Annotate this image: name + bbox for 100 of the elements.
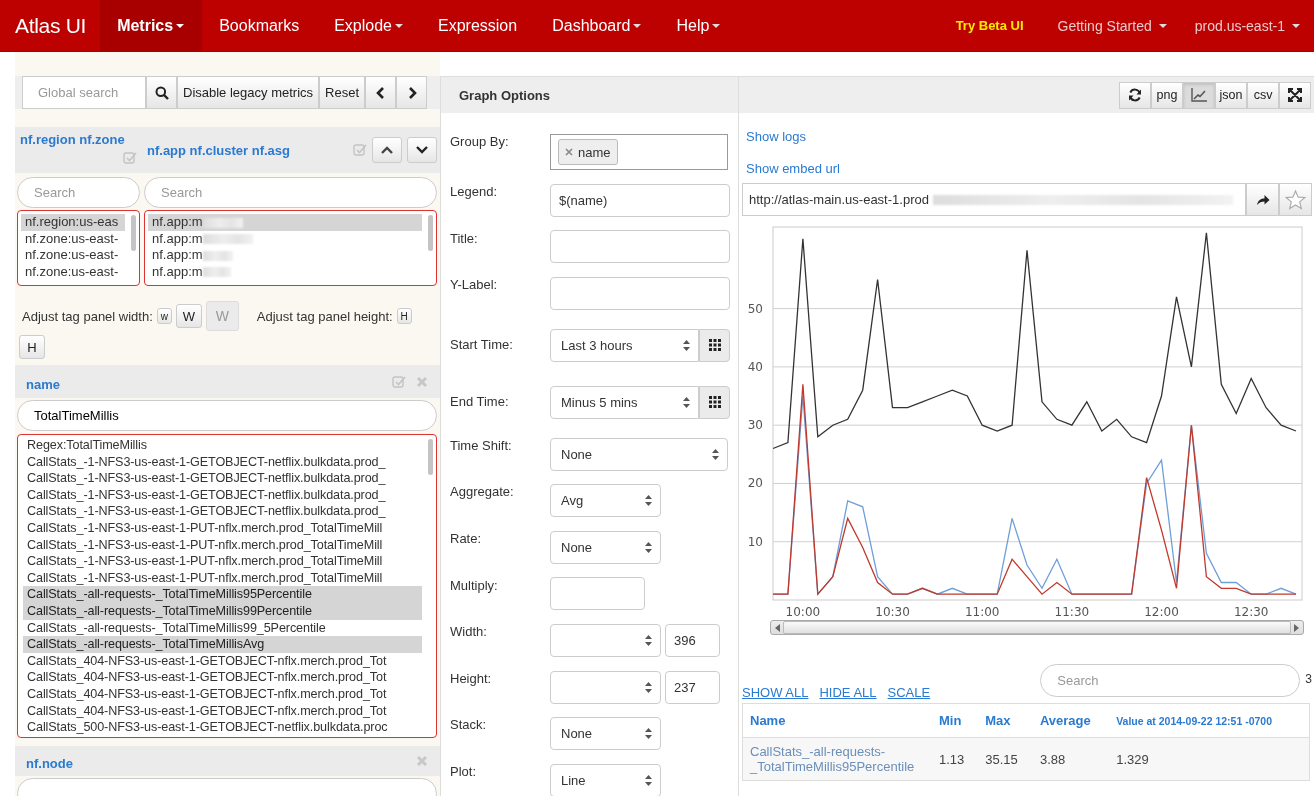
metric-name-item[interactable]: CallStats_-1-NFS3-us-east-1-PUT-nflx.merch.prod_TotalTimeMill <box>27 519 422 537</box>
embed-url-field[interactable]: http://atlas-main.us-east-1.prod <box>742 183 1246 216</box>
x-tick-label: 12:00 <box>1144 605 1179 619</box>
text-link[interactable]: Show embed url <box>742 161 1312 176</box>
metric-name-item[interactable]: CallStats_-1-NFS3-us-east-1-GETOBJECT-netflix.bulkdata.prod_ <box>27 470 422 487</box>
field-label: Plot: <box>450 762 477 779</box>
metric-name-item[interactable]: CallStats_-1-NFS3-us-east-1-PUT-nflx.merch.prod_TotalTimeMill <box>27 536 422 554</box>
node-panel-title: nf.node <box>26 755 74 771</box>
tag-value-item[interactable]: nf.app:m <box>148 214 422 231</box>
y-tick-label: 30 <box>747 418 763 433</box>
tag-value-item[interactable]: nf.region:us-eas <box>21 214 125 231</box>
tag-panel-title: nf.app nf.cluster nf.asg <box>146 142 291 158</box>
tag-value-item[interactable]: nf.app:m <box>152 230 422 248</box>
field-label: Title: <box>450 229 479 246</box>
metric-name-item[interactable]: Regex:TotalTimeMillis <box>27 437 422 454</box>
width-adjust-label: Adjust tag panel width: <box>22 308 153 324</box>
metric-name-item[interactable]: CallStats_-1-NFS3-us-east-1-GETOBJECT-netflix.bulkdata.prod_ <box>27 453 422 471</box>
column-header[interactable]: Value at 2014-09-22 12:51 -0700 <box>1109 703 1310 738</box>
column-header[interactable]: Average <box>1032 703 1110 738</box>
metric-name-item[interactable]: CallStats_-all-requests-_TotalTimeMillis95Percentile <box>23 586 422 603</box>
select-field[interactable]: Avg <box>550 484 661 518</box>
metric-name-item[interactable]: CallStats_-1-NFS3-us-east-1-GETOBJECT-netflix.bulkdata.prod_ <box>27 486 422 504</box>
height-size-button[interactable]: H <box>396 308 412 324</box>
column-header[interactable]: Name <box>742 703 932 738</box>
x-tick-label: 10:30 <box>875 605 910 619</box>
tag-value-item[interactable]: nf.app:m <box>152 247 422 264</box>
tag-value-item[interactable]: nf.app:m <box>152 263 422 281</box>
legend-action-link[interactable]: SHOW ALL <box>742 685 809 701</box>
x-tick-label: 12:30 <box>1233 605 1269 619</box>
nav-menu-item[interactable]: Getting Started <box>1043 0 1181 51</box>
tag-value-item[interactable]: nf.zone:us-east- <box>25 247 125 264</box>
select-field[interactable]: None <box>550 437 728 471</box>
csv-button[interactable]: csv <box>1247 81 1279 109</box>
tag-value-item[interactable]: nf.zone:us-east- <box>25 263 125 281</box>
legend-search-field[interactable]: Search <box>1040 664 1301 697</box>
name-panel-title: name <box>26 375 61 392</box>
metric-name-item[interactable]: CallStats_500-NFS3-us-east-1-GETOBJECT-netflix.bulkdata.proc <box>27 719 422 736</box>
text-link[interactable]: Show logs <box>742 129 1312 144</box>
select-field[interactable]: None <box>550 530 661 564</box>
tag-search-field[interactable]: Search <box>144 177 437 208</box>
name-search-field[interactable]: TotalTimeMillis <box>17 400 437 431</box>
nav-menu-item[interactable]: prod.us-east-1 <box>1180 0 1314 51</box>
y-tick-label: 40 <box>747 359 763 374</box>
global-search-field[interactable]: Global search <box>22 76 146 109</box>
panel-title: Graph Options <box>459 87 550 103</box>
nav-menu-item[interactable]: Help <box>659 0 739 51</box>
y-tick-label: 50 <box>747 301 763 316</box>
select-field[interactable]: Line <box>550 763 661 796</box>
table-cell: 1.13 <box>932 737 979 781</box>
select-field[interactable]: Last 3 hours <box>550 328 699 362</box>
number-input-field[interactable]: 396 <box>665 623 720 657</box>
field-label: Width: <box>450 623 488 640</box>
metric-name-item[interactable]: CallStats_404-NFS3-us-east-1-GETOBJECT-nflx.merch.prod_Tot <box>27 685 422 703</box>
column-header[interactable]: Min <box>932 703 979 738</box>
nav-menu-item[interactable]: Dashboard <box>535 0 660 51</box>
y-tick-label: 10 <box>747 534 763 549</box>
legend-action-link[interactable]: HIDE ALL <box>819 685 877 701</box>
column-header[interactable]: Max <box>978 703 1033 738</box>
metric-name-item[interactable]: CallStats_-all-requests-_TotalTimeMillisAvg <box>23 636 422 653</box>
metric-name-item[interactable]: CallStats_-1-NFS3-us-east-1-PUT-nflx.merch.prod_TotalTimeMill <box>27 553 422 570</box>
table-cell: 35.15 <box>978 737 1033 781</box>
field-label: Group By: <box>450 133 510 149</box>
field-label: End Time: <box>450 392 510 409</box>
text-input-field[interactable]: $(name) <box>550 183 730 217</box>
nav-menu-item[interactable]: Metrics <box>100 0 203 51</box>
metric-name-item[interactable]: CallStats_404-NFS3-us-east-1-GETOBJECT-nflx.merch.prod_Tot <box>27 702 422 720</box>
width-size-button[interactable]: w <box>156 308 172 324</box>
nav-menu-item[interactable]: Explode <box>317 0 421 51</box>
number-input-field[interactable]: 237 <box>665 670 720 704</box>
field-label: Multiply: <box>450 576 499 593</box>
json-button[interactable]: json <box>1215 81 1247 109</box>
tag-chip[interactable]: name <box>558 139 618 165</box>
field-label: Legend: <box>450 183 498 199</box>
toolbar-button[interactable]: Reset <box>319 76 365 109</box>
width-size-button[interactable]: W <box>175 304 202 328</box>
metric-name-item[interactable]: CallStats_404-NFS3-us-east-1-GETOBJECT-nflx.merch.prod_Tot <box>27 652 422 670</box>
nav-menu-item[interactable]: Try Beta UI <box>941 0 1044 51</box>
metric-name-item[interactable]: CallStats_404-NFS3-us-east-1-GETOBJECT-nflx.merch.prod_Tot <box>27 669 422 686</box>
nav-menu-item[interactable]: Expression <box>421 0 536 51</box>
metric-name-item[interactable]: CallStats_-1-NFS3-us-east-1-PUT-nflx.merch.prod_TotalTimeMill <box>27 569 422 587</box>
y-tick-label: 20 <box>747 476 763 491</box>
app-brand[interactable]: Atlas UI <box>0 0 101 51</box>
x-tick-label: 11:30 <box>1054 605 1090 619</box>
select-field[interactable]: None <box>550 717 661 751</box>
field-label: Time Shift: <box>450 436 513 453</box>
tag-search-field[interactable]: Search <box>17 177 140 208</box>
x-tick-label: 10:00 <box>785 605 821 619</box>
height-size-button[interactable]: H <box>19 335 45 359</box>
png-button[interactable]: png <box>1151 81 1183 109</box>
metric-name-item[interactable]: CallStats_-all-requests-_TotalTimeMillis99_5Percentile <box>27 619 422 637</box>
table-cell: 1.329 <box>1109 737 1310 781</box>
metric-name-item[interactable]: CallStats_-1-NFS3-us-east-1-GETOBJECT-netflix.bulkdata.prod_ <box>27 503 422 520</box>
legend-action-link[interactable]: SCALE <box>887 685 931 701</box>
select-field[interactable]: Minus 5 mins <box>550 385 699 419</box>
tag-panel-title: nf.region nf.zone <box>19 131 125 147</box>
nav-menu-item[interactable]: Bookmarks <box>202 0 318 51</box>
toolbar-button[interactable]: Disable legacy metrics <box>177 76 320 109</box>
tag-input-field[interactable]: name <box>550 134 728 170</box>
tag-value-item[interactable]: nf.zone:us-east- <box>25 230 125 248</box>
x-tick-label: 11:00 <box>964 605 1000 619</box>
